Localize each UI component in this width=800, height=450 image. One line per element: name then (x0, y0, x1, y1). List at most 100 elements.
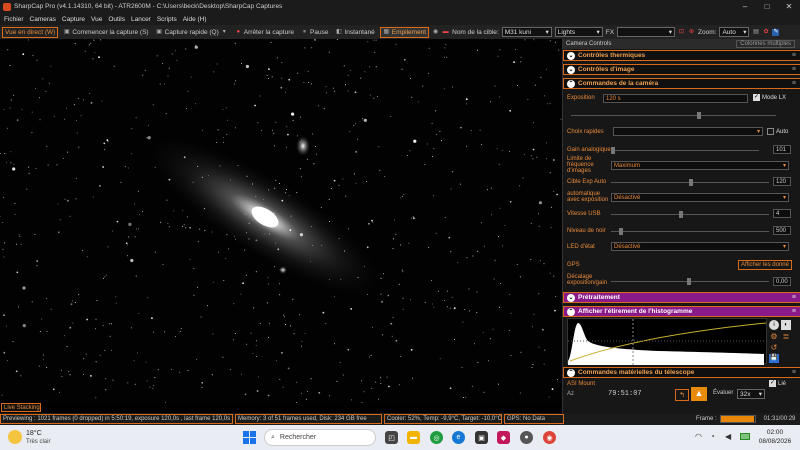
multi-column-button[interactable]: Colonnes multiples (736, 40, 795, 48)
menu-view[interactable]: Vue (91, 16, 102, 23)
fx-select[interactable]: ▾ (617, 27, 676, 37)
star (22, 53, 25, 56)
led-select[interactable]: Désactivé ▾ (611, 242, 789, 251)
star (500, 283, 502, 285)
taskbar-clock[interactable]: 02:00 (757, 429, 793, 436)
menu-icon[interactable]: ≡ (792, 80, 796, 87)
menu-icon[interactable]: ≡ (792, 308, 796, 315)
settings-icon[interactable]: ⚙ (769, 332, 779, 342)
live-view-button[interactable]: Vue en direct (W) (2, 26, 59, 38)
volume-icon[interactable]: ◀ (725, 432, 731, 441)
app-pink-icon[interactable]: ◆ (497, 431, 510, 444)
camera-commands-section[interactable]: ⌃ Commandes de la caméra ≡ (563, 78, 800, 89)
star (106, 139, 109, 142)
gain-slider[interactable] (611, 147, 759, 154)
battery-icon[interactable] (740, 433, 750, 440)
usb-speed-slider[interactable] (611, 211, 769, 218)
quick-choice-select[interactable]: ▾ (613, 127, 763, 136)
menu-icon[interactable]: ≡ (792, 294, 796, 301)
menu-launch[interactable]: Lancer (131, 16, 151, 23)
edge-browser-icon[interactable]: e (452, 431, 465, 444)
black-level-slider[interactable] (611, 228, 769, 235)
stacking-button[interactable]: ▦ Empilement (379, 26, 430, 38)
contrast-icon[interactable]: ◐ (781, 320, 791, 330)
menu-icon[interactable]: ≡ (792, 52, 796, 59)
wifi-icon[interactable]: ◔ (710, 432, 715, 441)
star (325, 86, 327, 88)
maximize-button[interactable]: □ (756, 2, 778, 11)
rate-select[interactable]: 32x ▾ (737, 389, 765, 399)
histogram-chart[interactable] (567, 318, 768, 365)
auto-checkbox[interactable]: Auto (767, 128, 788, 135)
live-stacking-tab[interactable]: Live Stacking (1, 403, 41, 412)
thermal-controls-section[interactable]: ⌄ Contrôles thermiques ≡ (563, 50, 800, 61)
sliders-icon[interactable]: ≣ (781, 332, 791, 342)
offset-slider[interactable] (611, 278, 769, 285)
record-icon[interactable]: ◉ (432, 29, 439, 36)
lx-mode-checkbox[interactable]: ✓ Mode LX (753, 94, 786, 101)
sharpcap-taskbar-icon[interactable]: ● (520, 431, 533, 444)
minimize-button[interactable]: – (734, 2, 756, 11)
quick-capture-button[interactable]: ▣ Capture rapide (Q) ▾ (154, 28, 230, 37)
histogram-section[interactable]: ⌃ Afficher l'étirement de l'histogramme ≡ (563, 306, 800, 317)
black-level-input[interactable]: 500 (773, 226, 791, 235)
close-button[interactable]: ✕ (778, 2, 800, 11)
slew-left-button[interactable]: ↰ (675, 389, 689, 401)
pause-button[interactable]: ⏸ Pause (299, 28, 330, 37)
camera-image[interactable] (0, 38, 562, 404)
slew-up-button[interactable]: ▲ (691, 387, 707, 401)
gps-show-data-button[interactable]: Afficher les donné (738, 260, 792, 270)
menu-icon[interactable]: ≡ (792, 369, 796, 376)
snapshot-button[interactable]: ◧ Instantané (333, 28, 376, 37)
gain-input[interactable]: 101 (773, 145, 791, 154)
polar-align-icon[interactable]: ✿ (762, 29, 769, 36)
menu-tools[interactable]: Outils (108, 16, 125, 23)
histogram-icon[interactable]: ▤ (752, 29, 759, 36)
save-icon[interactable]: 💾 (769, 354, 779, 363)
brush-icon[interactable]: ✎ (772, 28, 780, 36)
file-explorer-icon[interactable]: ▬ (407, 431, 420, 444)
star (5, 325, 7, 327)
menu-capture[interactable]: Capture (62, 16, 85, 23)
image-controls-section[interactable]: ⌄ Contrôles d'image ≡ (563, 64, 800, 75)
target-name-select[interactable]: M31 kuni ▾ (501, 27, 552, 37)
star (112, 379, 114, 381)
menu-file[interactable]: Fichier (4, 16, 24, 23)
taskbar-date[interactable]: 08/08/2026 (757, 438, 793, 445)
usb-speed-input[interactable]: 4 (773, 209, 791, 218)
weather-condition[interactable]: Très clair (26, 439, 50, 445)
reticle-icon[interactable]: ⊡ (678, 29, 685, 36)
app-terminal-icon[interactable]: ▣ (475, 431, 488, 444)
star (487, 189, 488, 191)
star (330, 188, 332, 189)
task-view-icon[interactable]: ◰ (385, 431, 398, 444)
focus-icon[interactable]: ⊕ (688, 29, 695, 36)
app-green-icon[interactable]: ◎ (430, 431, 443, 444)
menu-scripts[interactable]: Scripts (157, 16, 177, 23)
exposure-input[interactable]: 120 s (603, 94, 748, 103)
reset-icon[interactable]: ↺ (769, 343, 779, 353)
auto-exp-target-input[interactable]: 120 (773, 177, 791, 186)
weather-temp[interactable]: 18°C (26, 430, 42, 437)
star (504, 225, 506, 226)
network-icon[interactable]: ◠ (695, 432, 702, 441)
taskbar-search-box[interactable]: ⌕ Rechercher (264, 429, 376, 446)
info-icon[interactable]: i (769, 320, 779, 330)
frame-limit-select[interactable]: Maximum ▾ (611, 161, 789, 170)
auto-exp-target-slider[interactable] (611, 179, 769, 186)
mount-linked-checkbox[interactable]: ✓ Lié (769, 380, 786, 387)
menu-icon[interactable]: ≡ (792, 66, 796, 73)
start-capture-button[interactable]: ▣ Commencer la capture (S) (61, 28, 150, 37)
preprocessing-section[interactable]: ⌄ Prétraitement ≡ (563, 292, 800, 303)
menu-cameras[interactable]: Cameras (30, 16, 56, 23)
telescope-section[interactable]: ⌃ Commandes matérielles du télescope ≡ (563, 367, 800, 378)
menu-help[interactable]: Aide (H) (183, 16, 207, 23)
exposure-slider[interactable] (571, 112, 776, 119)
frame-type-select[interactable]: Lights ▾ (554, 27, 603, 37)
stop-capture-button[interactable]: ● Arrêter la capture (233, 28, 296, 37)
chrome-browser-icon[interactable]: ◉ (543, 431, 556, 444)
windows-start-icon[interactable] (243, 431, 256, 444)
auto-exposure-select[interactable]: Désactivé ▾ (611, 193, 789, 202)
zoom-select[interactable]: Auto ▾ (719, 27, 750, 37)
offset-input[interactable]: 0,00 (773, 277, 791, 286)
